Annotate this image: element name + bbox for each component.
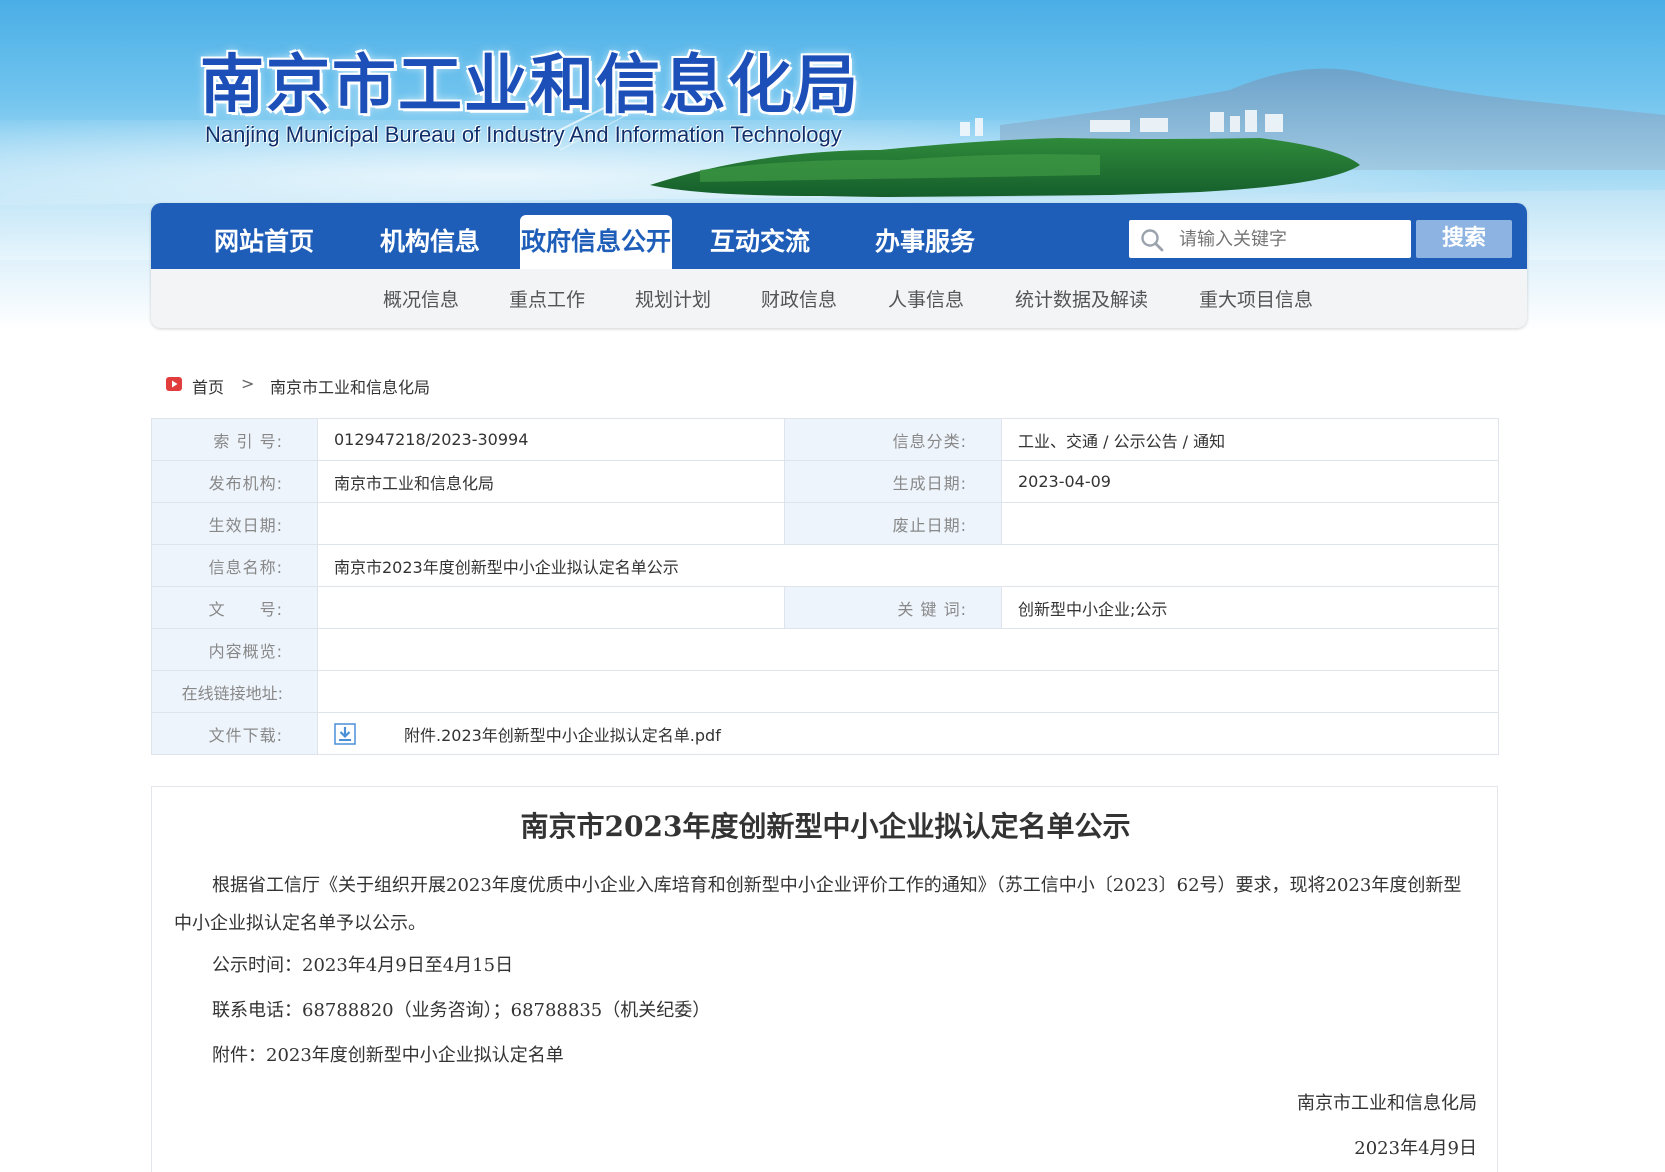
category-label: 信息分类: — [784, 418, 1002, 461]
effective-date-value — [317, 502, 785, 545]
table-row: 信息名称: 南京市2023年度创新型中小企业拟认定名单公示 — [151, 544, 1499, 587]
summary-label: 内容概览: — [151, 628, 318, 671]
document-number-value — [317, 586, 785, 629]
article-paragraph-4: 附件：2023年度创新型中小企业拟认定名单 — [212, 1045, 564, 1066]
abolished-date-value — [1001, 502, 1499, 545]
subnav-finance[interactable]: 财政信息 — [761, 285, 837, 312]
search-button[interactable]: 搜索 — [1416, 220, 1512, 258]
subnav-overview[interactable]: 概况信息 — [383, 285, 459, 312]
publisher-value: 南京市工业和信息化局 — [317, 460, 785, 503]
created-date-label: 生成日期: — [784, 460, 1002, 503]
article-panel: 南京市2023年度创新型中小企业拟认定名单公示 根据省工信厅《关于组织开展202… — [151, 786, 1498, 1172]
subnav-planning[interactable]: 规划计划 — [635, 285, 711, 312]
breadcrumb-separator: > — [241, 374, 255, 393]
search-input[interactable] — [1179, 220, 1407, 258]
table-row: 文件下载: 附件.2023年创新型中小企业拟认定名单.pdf — [151, 712, 1499, 755]
site-title-cn: 南京市工业和信息化局 — [200, 48, 860, 123]
article-title: 南京市2023年度创新型中小企业拟认定名单公示 — [520, 810, 1131, 843]
article-paragraph-1: 根据省工信厅《关于组织开展2023年度优质中小企业入库培育和创新型中小企业评价工… — [174, 875, 1462, 934]
navigation-panel: 网站首页 机构信息 政府信息公开 互动交流 办事服务 搜索 概况信息 重点工作 … — [151, 203, 1527, 328]
nav-gov-info-public[interactable]: 政府信息公开 — [520, 215, 672, 269]
site-title-en: Nanjing Municipal Bureau of Industry And… — [205, 122, 842, 147]
breadcrumb-current[interactable]: 南京市工业和信息化局 — [270, 374, 430, 398]
table-row: 发布机构: 南京市工业和信息化局 生成日期: 2023-04-09 — [151, 460, 1499, 503]
nav-home[interactable]: 网站首页 — [199, 215, 329, 269]
created-date-value: 2023-04-09 — [1001, 460, 1499, 503]
summary-value — [317, 628, 1499, 671]
document-number-label: 文 号: — [151, 586, 318, 629]
info-metadata-table: 索 引 号: 012947218/2023-30994 信息分类: 工业、交通 … — [151, 418, 1499, 755]
file-download-cell: 附件.2023年创新型中小企业拟认定名单.pdf — [317, 712, 1499, 755]
article-date: 2023年4月9日 — [1354, 1138, 1477, 1159]
subnav-major-projects[interactable]: 重大项目信息 — [1199, 285, 1313, 312]
subnav-key-work[interactable]: 重点工作 — [509, 285, 585, 312]
category-value: 工业、交通 / 公示公告 / 通知 — [1001, 418, 1499, 461]
publisher-label: 发布机构: — [151, 460, 318, 503]
download-icon[interactable] — [334, 722, 356, 745]
breadcrumb-home-icon — [166, 377, 182, 391]
table-row: 内容概览: — [151, 628, 1499, 671]
index-number-value: 012947218/2023-30994 — [317, 418, 785, 461]
table-row: 生效日期: 废止日期: — [151, 502, 1499, 545]
nav-organization[interactable]: 机构信息 — [365, 215, 495, 269]
article-paragraph-3: 联系电话：68788820（业务咨询）；68788835（机关纪委） — [212, 1000, 711, 1021]
search-icon — [1141, 229, 1164, 252]
nav-interaction[interactable]: 互动交流 — [695, 215, 825, 269]
article-paragraph-2: 公示时间：2023年4月9日至4月15日 — [212, 955, 514, 976]
breadcrumb-home[interactable]: 首页 — [192, 374, 224, 398]
online-link-value — [317, 670, 1499, 713]
index-number-label: 索 引 号: — [151, 418, 318, 461]
file-download-label: 文件下载: — [151, 712, 318, 755]
main-nav-bar: 网站首页 机构信息 政府信息公开 互动交流 办事服务 搜索 — [151, 203, 1527, 269]
table-row: 文 号: 关 键 词: 创新型中小企业;公示 — [151, 586, 1499, 629]
abolished-date-label: 废止日期: — [784, 502, 1002, 545]
nav-services[interactable]: 办事服务 — [860, 215, 990, 269]
search-box — [1129, 220, 1411, 258]
subnav-statistics[interactable]: 统计数据及解读 — [1015, 285, 1148, 312]
keywords-label: 关 键 词: — [784, 586, 1002, 629]
table-row: 在线链接地址: — [151, 670, 1499, 713]
info-name-value: 南京市2023年度创新型中小企业拟认定名单公示 — [317, 544, 1499, 587]
online-link-label: 在线链接地址: — [151, 670, 318, 713]
keywords-value: 创新型中小企业;公示 — [1001, 586, 1499, 629]
info-name-label: 信息名称: — [151, 544, 318, 587]
subnav-personnel[interactable]: 人事信息 — [888, 285, 964, 312]
article-signature: 南京市工业和信息化局 — [1297, 1093, 1477, 1114]
effective-date-label: 生效日期: — [151, 502, 318, 545]
table-row: 索 引 号: 012947218/2023-30994 信息分类: 工业、交通 … — [151, 418, 1499, 461]
attachment-download-link[interactable]: 附件.2023年创新型中小企业拟认定名单.pdf — [404, 726, 721, 745]
